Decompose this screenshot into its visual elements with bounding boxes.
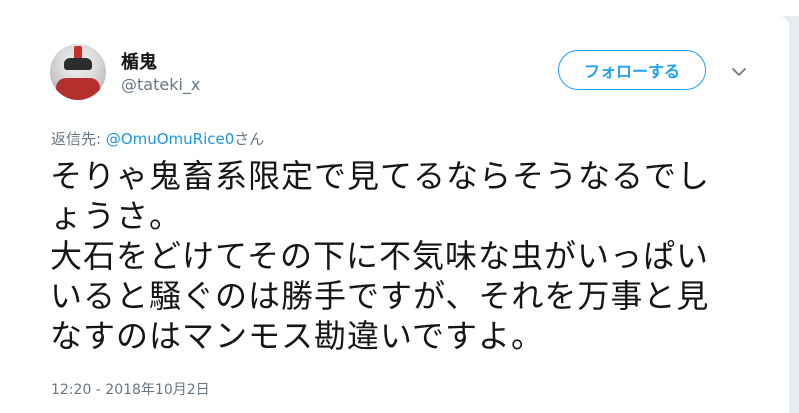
tweet-card: 楯鬼 @tateki_x フォローする 返信先: @OmuOmuRice0さん … bbox=[0, 16, 789, 413]
tweet-text: そりゃ鬼畜系限定で見てるならそうなるでし ょうさ。 大石をどけてその下に不気味な… bbox=[50, 156, 770, 356]
previous-tweet-edge bbox=[0, 0, 799, 16]
user-handle[interactable]: @tateki_x bbox=[121, 75, 200, 94]
tweet-line: なすのはマンモス勘違いですよ。 bbox=[50, 317, 545, 355]
chevron-down-icon[interactable] bbox=[731, 66, 747, 78]
display-name[interactable]: 楯鬼 bbox=[121, 48, 157, 74]
tweet-timestamp[interactable]: 12:20 - 2018年10月2日 bbox=[51, 379, 210, 399]
avatar-body bbox=[56, 78, 100, 100]
avatar[interactable] bbox=[50, 44, 106, 100]
avatar-visor bbox=[64, 58, 92, 70]
reply-context: 返信先: @OmuOmuRice0さん bbox=[51, 128, 264, 149]
reply-suffix: さん bbox=[234, 130, 265, 148]
tweet-line: そりゃ鬼畜系限定で見てるならそうなるでし bbox=[50, 157, 711, 195]
follow-button[interactable]: フォローする bbox=[558, 50, 706, 90]
tweet-line: ょうさ。 bbox=[50, 197, 183, 235]
reply-prefix: 返信先: bbox=[51, 130, 106, 148]
tweet-line: 大石をどけてその下に不気味な虫がいっぱい bbox=[50, 237, 710, 275]
tweet-line: いると騒ぐのは勝手ですが、それを万事と見 bbox=[50, 277, 710, 315]
reply-mention-link[interactable]: @OmuOmuRice0 bbox=[106, 130, 234, 148]
